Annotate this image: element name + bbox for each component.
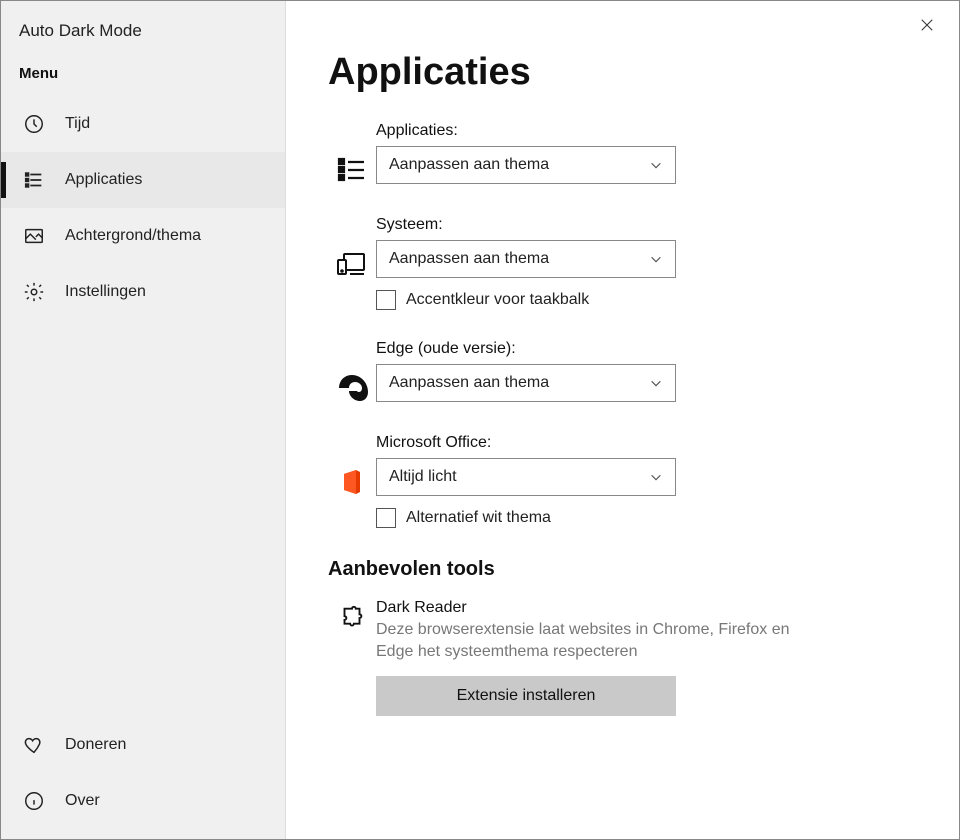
sidebar-item-background[interactable]: Achtergrond/thema bbox=[1, 208, 285, 264]
sidebar-item-label: Doneren bbox=[65, 736, 126, 754]
accent-taskbar-checkbox[interactable]: Accentkleur voor taakbalk bbox=[376, 290, 706, 310]
setting-label: Systeem: bbox=[376, 216, 706, 234]
tool-title: Dark Reader bbox=[376, 599, 816, 617]
sidebar-item-label: Achtergrond/thema bbox=[65, 227, 201, 245]
sidebar-item-label: Tijd bbox=[65, 115, 90, 133]
sidebar-item-settings[interactable]: Instellingen bbox=[1, 264, 285, 320]
app-title: Auto Dark Mode bbox=[1, 11, 285, 47]
sidebar-item-about[interactable]: Over bbox=[1, 773, 285, 829]
setting-edge: Edge (oude versie): Aanpassen aan thema bbox=[328, 340, 911, 404]
sidebar-item-apps[interactable]: Applicaties bbox=[1, 152, 285, 208]
chevron-down-icon bbox=[649, 376, 663, 390]
setting-apps: Applicaties: Aanpassen aan thema bbox=[328, 122, 911, 186]
heart-icon bbox=[23, 734, 45, 756]
menu-label: Menu bbox=[1, 47, 285, 96]
sidebar-item-time[interactable]: Tijd bbox=[1, 96, 285, 152]
chevron-down-icon bbox=[649, 252, 663, 266]
apps-select[interactable]: Aanpassen aan thema bbox=[376, 146, 676, 184]
button-label: Extensie installeren bbox=[457, 687, 596, 705]
puzzle-icon bbox=[328, 599, 376, 716]
setting-system: Systeem: Aanpassen aan thema Accentkleur… bbox=[328, 216, 911, 310]
setting-label: Edge (oude versie): bbox=[376, 340, 706, 358]
info-icon bbox=[23, 790, 45, 812]
tool-description: Deze browserextensie laat websites in Ch… bbox=[376, 619, 816, 662]
page-title: Applicaties bbox=[328, 51, 911, 94]
nav-bottom: Doneren Over bbox=[1, 717, 285, 839]
edge-select[interactable]: Aanpassen aan thema bbox=[376, 364, 676, 402]
checkbox-icon bbox=[376, 508, 396, 528]
checkbox-icon bbox=[376, 290, 396, 310]
office-icon bbox=[328, 434, 376, 528]
setting-office: Microsoft Office: Altijd licht Alternati… bbox=[328, 434, 911, 528]
chevron-down-icon bbox=[649, 470, 663, 484]
gear-icon bbox=[23, 281, 45, 303]
alt-white-theme-checkbox[interactable]: Alternatief wit thema bbox=[376, 508, 706, 528]
edge-icon bbox=[328, 340, 376, 404]
chevron-down-icon bbox=[649, 158, 663, 172]
select-value: Altijd licht bbox=[389, 468, 457, 486]
setting-label: Applicaties: bbox=[376, 122, 706, 140]
sidebar-item-label: Applicaties bbox=[65, 171, 142, 189]
sidebar: Auto Dark Mode Menu Tijd Applicaties Ach… bbox=[1, 1, 286, 839]
devices-icon bbox=[328, 216, 376, 310]
sidebar-item-label: Instellingen bbox=[65, 283, 146, 301]
sidebar-item-donate[interactable]: Doneren bbox=[1, 717, 285, 773]
sidebar-item-label: Over bbox=[65, 792, 100, 810]
select-value: Aanpassen aan thema bbox=[389, 156, 549, 174]
tools-heading: Aanbevolen tools bbox=[328, 558, 911, 581]
clock-icon bbox=[23, 113, 45, 135]
select-value: Aanpassen aan thema bbox=[389, 250, 549, 268]
tool-darkreader: Dark Reader Deze browserextensie laat we… bbox=[328, 599, 911, 716]
apps-list-icon bbox=[328, 122, 376, 186]
system-select[interactable]: Aanpassen aan thema bbox=[376, 240, 676, 278]
checkbox-label: Alternatief wit thema bbox=[406, 509, 551, 527]
select-value: Aanpassen aan thema bbox=[389, 374, 549, 392]
checkbox-label: Accentkleur voor taakbalk bbox=[406, 291, 589, 309]
setting-label: Microsoft Office: bbox=[376, 434, 706, 452]
close-button[interactable] bbox=[913, 11, 941, 39]
theme-icon bbox=[23, 225, 45, 247]
nav-top: Tijd Applicaties Achtergrond/thema Inste… bbox=[1, 96, 285, 717]
main-content: Applicaties Applicaties: Aanpassen aan t… bbox=[286, 1, 959, 839]
install-extension-button[interactable]: Extensie installeren bbox=[376, 676, 676, 716]
list-icon bbox=[23, 169, 45, 191]
office-select[interactable]: Altijd licht bbox=[376, 458, 676, 496]
